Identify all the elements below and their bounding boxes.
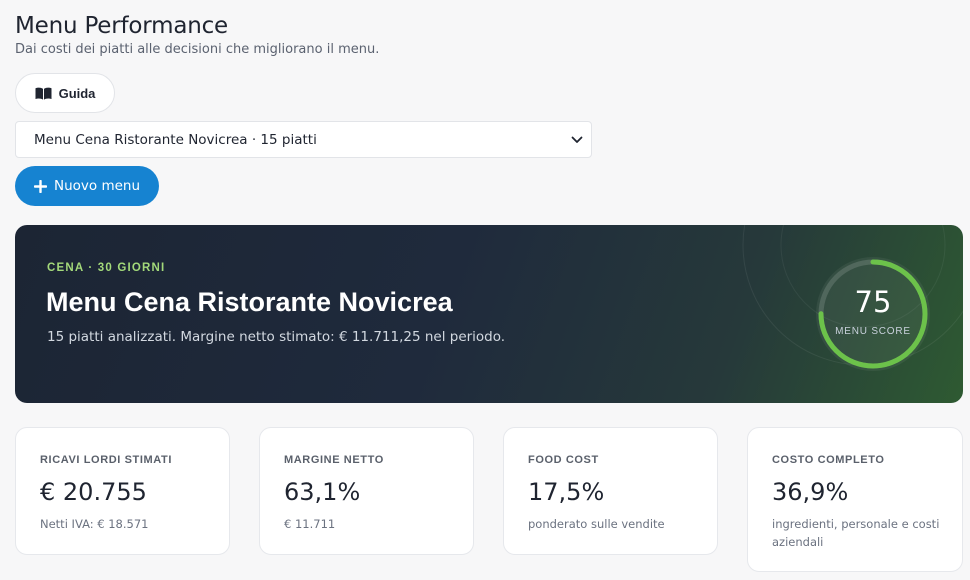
book-icon: [35, 87, 52, 100]
kpi-note: ponderato sulle vendite: [528, 517, 665, 531]
hero-description: 15 piatti analizzati. Margine netto stim…: [47, 329, 506, 345]
page-title: Menu Performance: [15, 13, 229, 39]
menu-score-label: MENU SCORE: [835, 326, 911, 337]
kpi-label: COSTO COMPLETO: [772, 454, 885, 466]
menu-select-value: Menu Cena Ristorante Novicrea · 15 piatt…: [34, 131, 317, 148]
kpi-card-gross-revenue: RICAVI LORDI STIMATI € 20.755 Netti IVA:…: [15, 427, 230, 555]
menu-score-value: 75: [854, 285, 892, 319]
kpi-label: MARGINE NETTO: [284, 454, 384, 466]
kpi-note: Netti IVA: € 18.571: [40, 517, 149, 531]
kpi-note: ingredienti, personale e costi aziendali: [772, 517, 940, 549]
chevron-down-icon: [571, 136, 583, 143]
kpi-card-net-margin: MARGINE NETTO 63,1% € 11.711: [259, 427, 474, 555]
kpi-card-full-cost: COSTO COMPLETO 36,9% ingredienti, person…: [747, 427, 963, 572]
new-menu-button[interactable]: Nuovo menu: [15, 166, 159, 206]
kpi-value: 63,1%: [284, 478, 361, 506]
new-menu-button-label: Nuovo menu: [53, 178, 141, 194]
hero-eyebrow: CENA · 30 GIORNI: [47, 262, 166, 274]
plus-icon: [33, 179, 47, 193]
page-subtitle: Dai costi dei piatti alle decisioni che …: [15, 42, 380, 57]
kpi-label: RICAVI LORDI STIMATI: [40, 454, 172, 466]
guide-button[interactable]: Guida: [15, 73, 115, 113]
kpi-value: 36,9%: [772, 478, 849, 506]
kpi-card-food-cost: FOOD COST 17,5% ponderato sulle vendite: [503, 427, 718, 555]
menu-score-gauge: 75 MENU SCORE: [815, 256, 931, 372]
hero-title: Menu Cena Ristorante Novicrea: [46, 287, 453, 317]
kpi-value: 17,5%: [528, 478, 605, 506]
menu-hero-card: CENA · 30 GIORNI Menu Cena Ristorante No…: [15, 225, 963, 403]
menu-select[interactable]: Menu Cena Ristorante Novicrea · 15 piatt…: [15, 121, 592, 158]
kpi-value: € 20.755: [40, 478, 147, 506]
kpi-note: € 11.711: [284, 517, 336, 531]
kpi-label: FOOD COST: [528, 454, 599, 466]
guide-button-label: Guida: [58, 85, 96, 101]
